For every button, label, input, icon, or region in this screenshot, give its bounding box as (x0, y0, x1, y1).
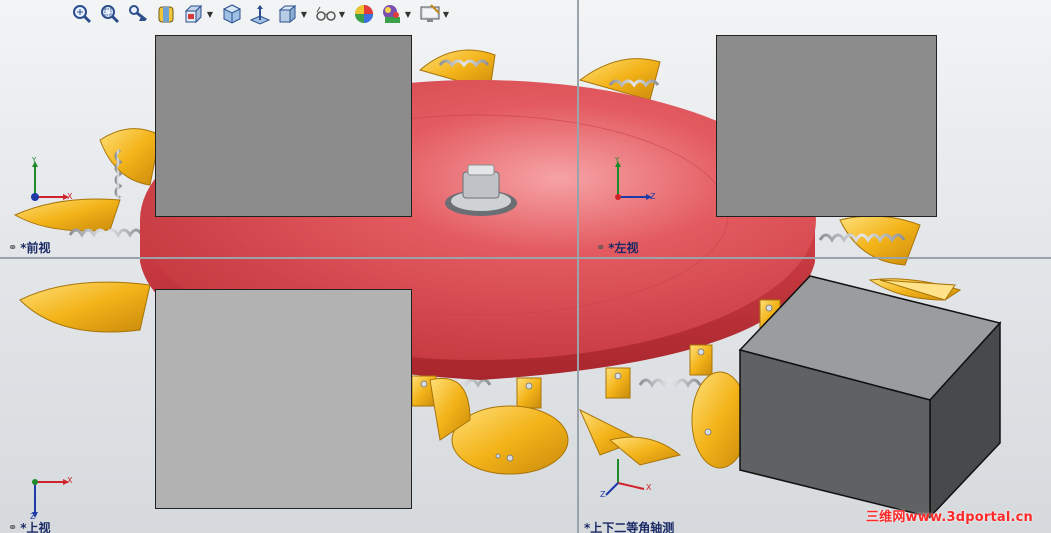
view-orientation-icon[interactable] (182, 2, 206, 26)
top-view-label[interactable]: ⚭ *上视 (8, 519, 51, 533)
graphics-area[interactable]: ▼ ▼ ▼ ▼ ▼ Y Y X Z X Z X Z ⚭ *前视 ⚭ *左视 ⚭ … (0, 0, 1051, 533)
iso-view-label-text: *上下二等角轴测 (584, 521, 675, 533)
display-pane-icon[interactable] (418, 2, 442, 26)
link-views-icon[interactable]: ⚭ (8, 241, 17, 254)
appearance-icon[interactable] (352, 2, 376, 26)
view-cube[interactable] (738, 275, 1002, 519)
triad-iso-z-label: Z (600, 490, 606, 499)
left-view-label-text: *左视 (608, 241, 639, 255)
svg-text:Y: Y (614, 156, 620, 164)
top-view-label-text: *上视 (20, 521, 51, 533)
triad-top-view (32, 479, 69, 518)
link-views-icon[interactable]: ⚭ (596, 241, 605, 254)
view-orientation-dropdown-icon[interactable]: ▼ (206, 2, 214, 26)
view-settings-dropdown-icon[interactable]: ▼ (338, 2, 346, 26)
previous-view-icon[interactable] (126, 2, 150, 26)
triad-left-z-label: Z (650, 192, 656, 201)
display-pane-dropdown-icon[interactable]: ▼ (442, 2, 450, 26)
triad-iso-x-label: X (646, 483, 652, 492)
front-view-label[interactable]: ⚭ *前视 (8, 239, 51, 256)
hide-show-dropdown-icon[interactable]: ▼ (300, 2, 308, 26)
triad-front-view: Y (31, 156, 69, 201)
viewport-splitter-vertical[interactable] (577, 0, 579, 533)
triad-top-x-label: X (67, 476, 73, 485)
iso-view-label[interactable]: *上下二等角轴测 (584, 519, 674, 533)
scene-icon[interactable] (380, 2, 404, 26)
scene-dropdown-icon[interactable]: ▼ (404, 2, 412, 26)
zoom-to-fit-icon[interactable] (70, 2, 94, 26)
svg-text:Y: Y (31, 156, 37, 164)
display-style-icon[interactable] (220, 2, 244, 26)
view-settings-icon[interactable] (314, 2, 338, 26)
watermark: 三维网www.3dportal.cn (865, 510, 1033, 525)
top-view-box (155, 289, 412, 509)
heads-up-view-toolbar: ▼ ▼ ▼ ▼ ▼ (70, 0, 452, 28)
normal-to-icon[interactable] (248, 2, 272, 26)
zoom-to-area-icon[interactable] (98, 2, 122, 26)
front-view-box (155, 35, 412, 217)
left-view-box (716, 35, 937, 217)
section-view-icon[interactable] (154, 2, 178, 26)
triad-left-view: Y (614, 156, 652, 200)
left-view-label[interactable]: ⚭ *左视 (596, 239, 639, 256)
front-view-label-text: *前视 (20, 241, 51, 255)
triad-front-x-label: X (67, 192, 73, 201)
hide-show-items-icon[interactable] (276, 2, 300, 26)
link-views-icon[interactable]: ⚭ (8, 521, 17, 533)
viewport-splitter-horizontal[interactable] (0, 257, 1051, 259)
